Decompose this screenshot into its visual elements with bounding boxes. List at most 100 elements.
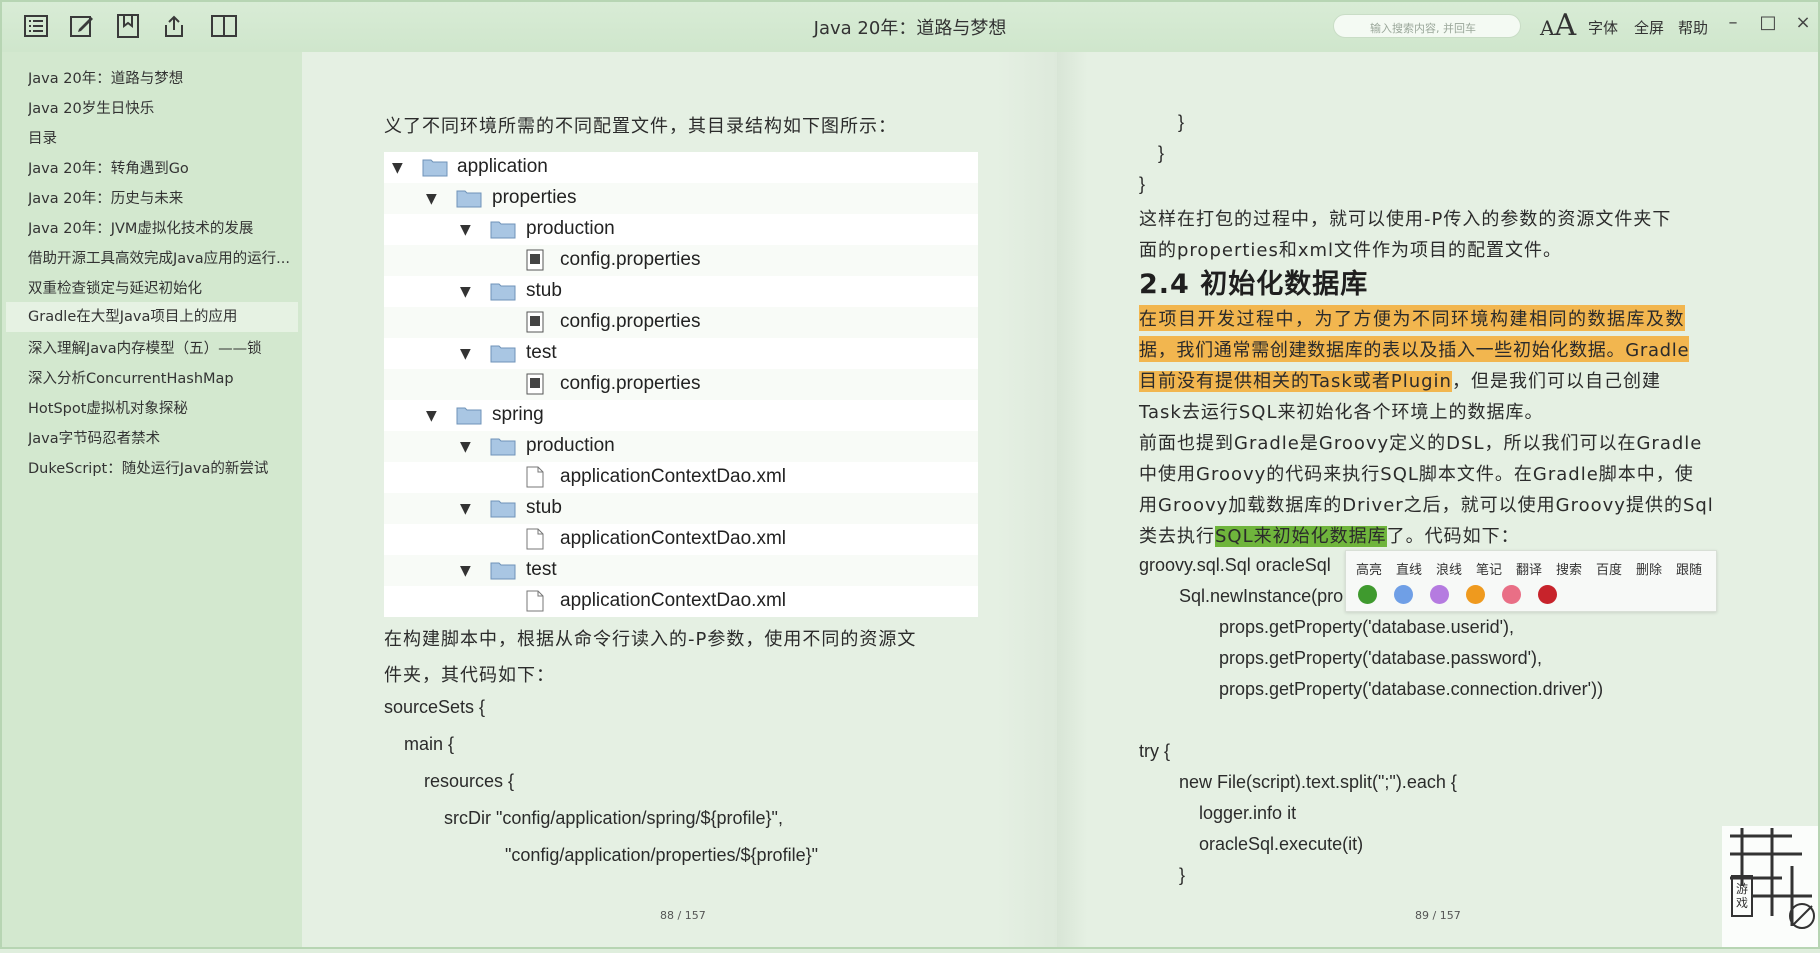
watermark-text: 游戏 — [1736, 882, 1749, 910]
toc-item[interactable]: Java 20年：道路与梦想 — [28, 67, 298, 88]
tree-row: ▼ production — [384, 214, 978, 245]
code-line: } — [1139, 174, 1146, 194]
toc-item[interactable]: 深入分析ConcurrentHashMap — [28, 367, 298, 388]
selected-text[interactable]: SQL来初始化数据库 — [1215, 526, 1387, 547]
toc-item[interactable]: DukeScript：随处运行Java的新尝试 — [28, 457, 298, 478]
highlighted-text[interactable]: 据，我们通常需创建数据库的表以及插入一些初始化数据。Gradle — [1139, 336, 1690, 362]
toc-item-active[interactable]: Gradle在大型Java项目上的应用 — [6, 302, 298, 332]
paragraph-line: 用Groovy加载数据库的Driver之后，就可以使用Groovy提供的Sql — [1139, 495, 1714, 516]
toc-item[interactable]: 目录 — [28, 127, 298, 148]
toc-item[interactable]: Java 20年：JVM虚拟化技术的发展 — [28, 217, 298, 238]
toc-item[interactable]: Java 20年：转角遇到Go — [28, 157, 298, 178]
tree-row: ▼ stub — [384, 276, 978, 307]
font-button[interactable]: 字体 — [1588, 17, 1618, 38]
color-swatch-blue[interactable] — [1394, 585, 1413, 604]
code-line: sourceSets { — [384, 697, 486, 717]
help-button[interactable]: 帮助 — [1678, 17, 1708, 38]
tree-label: applicationContextDao.xml — [560, 528, 787, 549]
code-line: srcDir "config/application/spring/${prof… — [444, 808, 783, 828]
popup-translate[interactable]: 翻译 — [1516, 559, 1542, 578]
code-line: new File(script).text.split(";").each { — [1179, 772, 1457, 792]
code-line: } — [1179, 865, 1186, 885]
highlighted-text[interactable]: 目前没有提供相关的Task或者Plugin — [1139, 371, 1452, 392]
expand-triangle-icon[interactable]: ▼ — [460, 439, 471, 455]
tree-row: config.properties — [384, 369, 978, 400]
code-line: } — [1158, 143, 1165, 163]
expand-triangle-icon[interactable]: ▼ — [426, 191, 437, 207]
fullscreen-button[interactable]: 全屏 — [1634, 17, 1664, 38]
popup-underline[interactable]: 直线 — [1396, 559, 1422, 578]
folder-icon — [490, 345, 516, 363]
tree-label: properties — [492, 187, 577, 208]
expand-triangle-icon[interactable]: ▼ — [460, 284, 471, 300]
code-line: } — [1178, 112, 1185, 132]
expand-triangle-icon[interactable]: ▼ — [460, 222, 471, 238]
tree-label: test — [526, 559, 557, 580]
color-swatch-green[interactable] — [1358, 585, 1377, 604]
code-line: oracleSql.execute(it) — [1199, 834, 1364, 854]
paragraph-fragment: 了。代码如下： — [1386, 526, 1520, 547]
toc-item[interactable]: Java字节码忍者禁术 — [28, 427, 298, 448]
popup-wavy-line[interactable]: 浪线 — [1436, 559, 1462, 578]
minimize-icon[interactable]: – — [1722, 12, 1744, 33]
expand-triangle-icon[interactable]: ▼ — [460, 501, 471, 517]
toc-item[interactable]: 借助开源工具高效完成Java应用的运行... — [28, 247, 298, 268]
tree-row: ▼ production — [384, 431, 978, 462]
popup-search[interactable]: 搜索 — [1556, 559, 1582, 578]
folder-icon — [490, 283, 516, 301]
color-swatch-orange[interactable] — [1466, 585, 1485, 604]
color-swatch-purple[interactable] — [1430, 585, 1449, 604]
tree-label: production — [526, 218, 615, 239]
popup-delete[interactable]: 删除 — [1636, 559, 1662, 578]
expand-triangle-icon[interactable]: ▼ — [426, 408, 437, 424]
search-input[interactable]: 输入搜索内容, 并回车 — [1333, 14, 1521, 38]
toc-item[interactable]: Java 20岁生日快乐 — [28, 97, 298, 118]
paragraph-line: 件夹，其代码如下： — [384, 665, 555, 686]
toc-item[interactable]: Java 20年：历史与未来 — [28, 187, 298, 208]
tree-row: ▼ application — [384, 152, 978, 183]
color-swatch-red[interactable] — [1538, 585, 1557, 604]
properties-file-icon — [526, 311, 544, 333]
color-swatch-pink[interactable] — [1502, 585, 1521, 604]
close-icon[interactable]: × — [1792, 12, 1814, 33]
tree-label: applicationContextDao.xml — [560, 590, 787, 611]
highlighted-text[interactable]: 在项目开发过程中，为了方便为不同环境构建相同的数据库及数 — [1139, 305, 1685, 331]
expand-triangle-icon[interactable]: ▼ — [460, 563, 471, 579]
toolbar: Java 20年：道路与梦想 输入搜索内容, 并回车 AA 字体 全屏 帮助 –… — [0, 0, 1820, 53]
tree-row: ▼ properties — [384, 183, 978, 214]
folder-icon — [456, 190, 482, 208]
code-line: props.getProperty('database.connection.d… — [1219, 679, 1604, 699]
properties-file-icon — [526, 373, 544, 395]
font-increase[interactable]: A — [1554, 8, 1576, 43]
annotation-popup: 高亮 直线 浪线 笔记 翻译 搜索 百度 删除 跟随 — [1345, 550, 1717, 612]
tree-row: ▼ test — [384, 555, 978, 586]
paragraph-fragment: ，但是我们可以自己创建 — [1451, 371, 1661, 392]
toc-item[interactable]: 双重检查锁定与延迟初始化 — [28, 277, 298, 298]
toc-item[interactable]: HotSpot虚拟机对象探秘 — [28, 397, 298, 418]
code-line: Sql.newInstance(pro — [1179, 586, 1344, 606]
paragraph-line: 面的properties和xml文件作为项目的配置文件。 — [1139, 240, 1563, 261]
folder-icon — [490, 438, 516, 456]
paragraph-line: 类去执行SQL来初始化数据库了。代码如下： — [1139, 522, 1520, 548]
code-line: try { — [1139, 741, 1171, 761]
expand-triangle-icon[interactable]: ▼ — [392, 160, 403, 176]
popup-follow[interactable]: 跟随 — [1676, 559, 1702, 578]
maximize-icon[interactable]: □ — [1757, 12, 1779, 33]
tree-label: production — [526, 435, 615, 456]
folder-icon — [490, 562, 516, 580]
expand-triangle-icon[interactable]: ▼ — [460, 346, 471, 362]
tree-row: applicationContextDao.xml — [384, 586, 978, 617]
toc-item[interactable]: 深入理解Java内存模型（五）——锁 — [28, 337, 298, 358]
font-size-control[interactable]: AA — [1540, 8, 1576, 43]
watermark-logo: 游戏 — [1722, 826, 1820, 949]
tree-label: application — [457, 156, 548, 177]
tree-label: config.properties — [560, 311, 701, 332]
popup-baidu[interactable]: 百度 — [1596, 559, 1622, 578]
folder-icon — [490, 221, 516, 239]
code-line: resources { — [424, 771, 515, 791]
tree-row: applicationContextDao.xml — [384, 524, 978, 555]
font-decrease[interactable]: A — [1540, 16, 1554, 40]
intro-text: 义了不同环境所需的不同配置文件，其目录结构如下图所示： — [384, 116, 897, 137]
popup-note[interactable]: 笔记 — [1476, 559, 1502, 578]
popup-highlight[interactable]: 高亮 — [1356, 559, 1382, 578]
